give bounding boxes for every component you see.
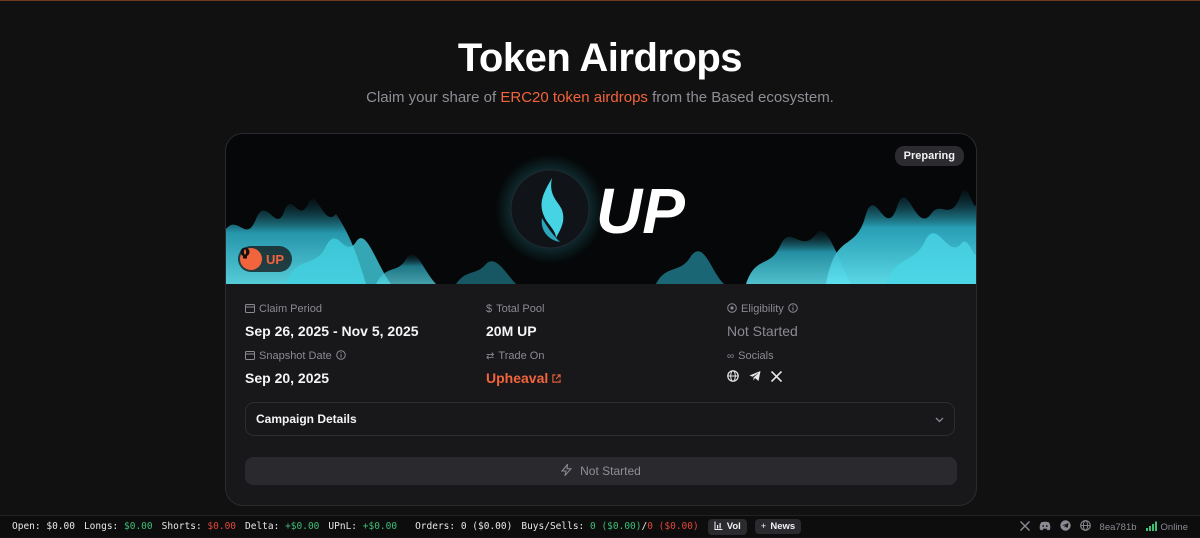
telegram-icon[interactable] — [749, 369, 761, 387]
info-icon[interactable] — [787, 302, 798, 316]
subtitle-post: from the Based ecosystem. — [652, 89, 834, 106]
page-subtitle: Claim your share of ERC20 token airdrops… — [0, 89, 1200, 106]
delta-label: Delta: — [245, 521, 280, 532]
upnl-stat: UPnL: +$0.00 — [328, 521, 397, 532]
dollar-icon: $ — [486, 303, 493, 315]
plus-icon: + — [760, 521, 767, 532]
sells-value: 0 ($0.00) — [647, 521, 699, 532]
swap-icon: ⇄ — [486, 350, 495, 362]
orders-stat: Orders: 0 ($0.00) — [415, 521, 512, 532]
claim-period-label: Claim Period — [259, 303, 322, 315]
buys-sells-label: Buys/Sells: — [521, 521, 585, 532]
campaign-banner: UP Preparing UP — [226, 134, 976, 284]
telegram-icon[interactable] — [1059, 520, 1071, 534]
bar-chart-icon — [714, 521, 723, 533]
calendar-icon — [245, 350, 255, 363]
signal-icon — [1145, 521, 1158, 534]
news-label: News — [770, 521, 796, 532]
airdrop-card[interactable]: UP Preparing UP Claim Period Sep 26, 202… — [225, 133, 977, 506]
status-bar: Open: $0.00 Longs: $0.00 Shorts: $0.00 D… — [0, 515, 1200, 537]
info-icon[interactable] — [335, 349, 346, 363]
link-icon: ∞ — [727, 350, 735, 362]
campaign-details-label: Campaign Details — [256, 412, 357, 426]
token-symbol: UP — [266, 251, 285, 267]
trade-on-link[interactable]: Upheaval — [486, 369, 561, 387]
x-icon[interactable] — [770, 369, 783, 387]
claim-button[interactable]: Not Started — [245, 457, 957, 485]
open-stat: Open: $0.00 — [12, 521, 75, 532]
trade-on-value[interactable]: Upheaval — [486, 370, 548, 386]
lightning-icon — [561, 462, 573, 479]
subtitle-pre: Claim your share of — [366, 89, 497, 106]
vol-button[interactable]: Vol — [707, 518, 747, 535]
snapshot-label: Snapshot Date — [259, 350, 332, 362]
delta-stat: Delta: +$0.00 — [245, 521, 319, 532]
connection-status-label: Online — [1160, 521, 1188, 533]
banner-logo-text: UP — [596, 175, 685, 247]
flame-art: UP — [226, 154, 976, 284]
total-pool: $ Total Pool 20M UP — [486, 302, 544, 340]
trade-on-label: Trade On — [498, 350, 545, 362]
open-label: Open: — [12, 521, 41, 532]
discord-icon[interactable] — [1039, 521, 1051, 534]
eligibility-value: Not Started — [727, 323, 798, 339]
shorts-label: Shorts: — [161, 521, 202, 532]
upnl-label: UPnL: — [328, 521, 358, 532]
claim-button-label: Not Started — [580, 464, 641, 478]
shorts-stat: Shorts: $0.00 — [162, 521, 236, 532]
total-pool-label: Total Pool — [496, 303, 545, 315]
claim-period-value: Sep 26, 2025 - Nov 5, 2025 — [245, 323, 419, 339]
longs-value: $0.00 — [124, 521, 153, 532]
orders-label: Orders: — [415, 521, 456, 532]
x-icon[interactable] — [1019, 520, 1030, 534]
token-chip: UP — [238, 246, 293, 272]
claim-period: Claim Period Sep 26, 2025 - Nov 5, 2025 — [245, 302, 419, 340]
buys-sells-stat: Buys/Sells: 0 ($0.00)/0 ($0.00) — [521, 521, 698, 532]
campaign-details-accordion[interactable]: Campaign Details — [245, 402, 955, 436]
subtitle-highlight: ERC20 token airdrops — [500, 89, 648, 106]
buys-value: 0 ($0.00) — [590, 521, 642, 532]
snapshot-date: Snapshot Date Sep 20, 2025 — [245, 349, 346, 387]
top-accent-line — [0, 0, 1200, 1]
longs-label: Longs: — [83, 521, 119, 532]
chevron-down-icon — [935, 410, 944, 428]
calendar-icon — [245, 303, 255, 316]
connection-status: Online — [1145, 521, 1188, 534]
shorts-value: $0.00 — [207, 521, 237, 532]
globe-icon[interactable] — [727, 369, 739, 387]
news-button[interactable]: + News — [754, 519, 802, 534]
socials-label: Socials — [738, 350, 774, 362]
total-pool-value: 20M UP — [486, 323, 537, 339]
external-link-icon — [552, 370, 561, 386]
page-title: Token Airdrops — [457, 36, 743, 80]
trade-on: ⇄ Trade On Upheaval — [486, 349, 561, 387]
eligibility-label: Eligibility — [741, 303, 784, 315]
delta-value: +$0.00 — [285, 521, 320, 532]
vol-label: Vol — [726, 521, 741, 532]
token-icon — [240, 247, 262, 270]
upnl-value: +$0.00 — [362, 521, 398, 532]
status-bar-right: 8ea781b Online — [1019, 516, 1188, 538]
globe-icon[interactable] — [1079, 520, 1091, 534]
eligibility: Eligibility Not Started — [727, 302, 798, 340]
longs-stat: Longs: $0.00 — [84, 521, 153, 532]
status-badge: Preparing — [894, 146, 964, 166]
snapshot-value: Sep 20, 2025 — [245, 370, 330, 386]
open-value: $0.00 — [46, 521, 75, 532]
orders-value: 0 ($0.00) — [460, 521, 513, 532]
socials: ∞ Socials — [727, 349, 783, 387]
build-hash: 8ea781b — [1099, 521, 1137, 533]
target-icon — [727, 302, 737, 316]
